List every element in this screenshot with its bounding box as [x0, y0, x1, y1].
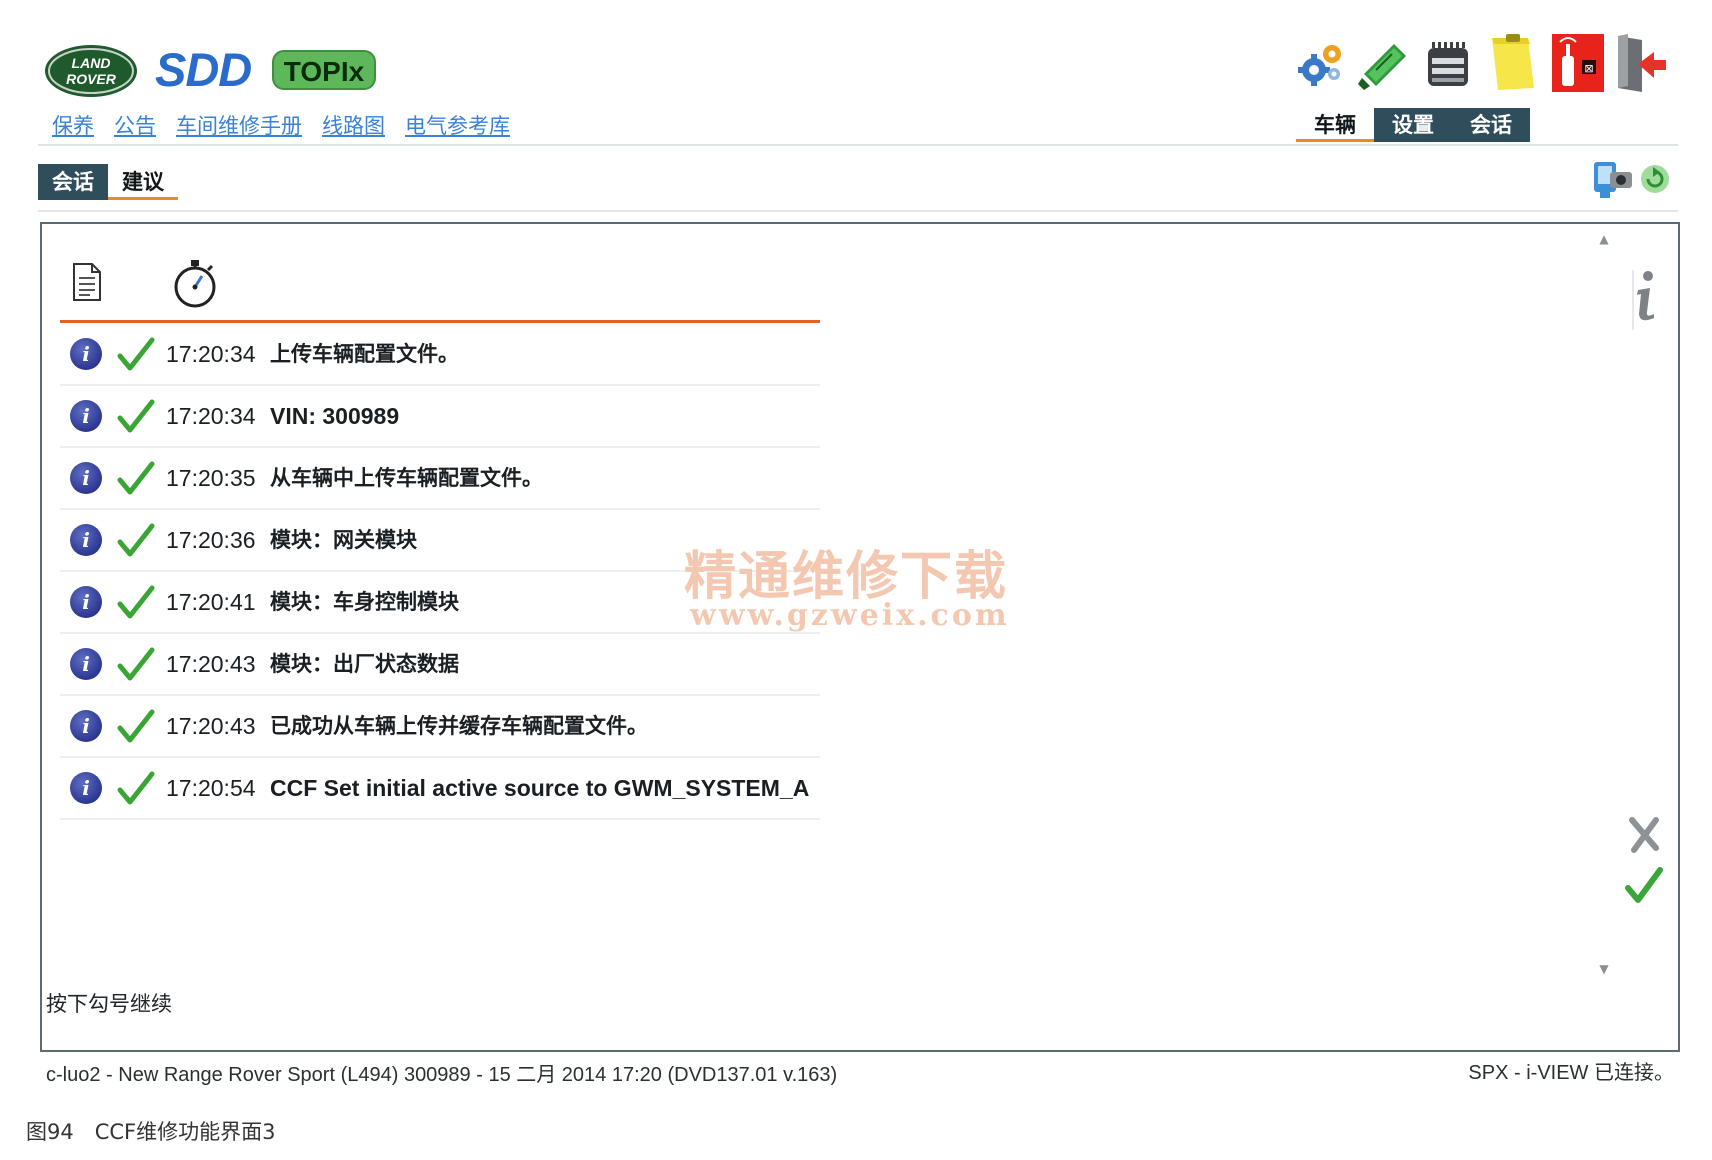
- session-log-panel: i 17:20:34 上传车辆配置文件。 i 17:20:34 VIN: 300989 i 1…: [40, 222, 1680, 1052]
- log-row: i 17:20:35 从车辆中上传车辆配置文件。: [60, 448, 820, 510]
- subtab-divider: [38, 210, 1678, 212]
- log-row: i 17:20:43 已成功从车辆上传并缓存车辆配置文件。: [60, 696, 820, 758]
- check-icon: [117, 709, 155, 743]
- info-icon: i: [70, 338, 102, 370]
- check-icon: [117, 461, 155, 495]
- figure-caption: 图94 CCF维修功能界面3: [26, 1120, 276, 1144]
- connection-status: SPX - i-VIEW 已连接。: [1468, 1062, 1674, 1084]
- info-icon: i: [70, 772, 102, 804]
- log-time: 17:20:41: [166, 589, 256, 615]
- log-time: 17:20:43: [166, 651, 256, 677]
- sub-tabs: 会话 建议: [38, 164, 178, 200]
- link-electrical-library[interactable]: 电气参考库: [405, 110, 510, 140]
- screenshot-camera-icon[interactable]: [1590, 154, 1634, 202]
- notes-icon[interactable]: [1484, 30, 1540, 96]
- scroll-down-arrow[interactable]: ▼: [1594, 962, 1614, 978]
- wireless-disconnect-icon[interactable]: ⊠: [1550, 30, 1606, 96]
- sdd-logo: SDD: [155, 43, 252, 96]
- log-time: 17:20:54: [166, 775, 256, 801]
- tab-session[interactable]: 会话: [1452, 108, 1530, 142]
- check-icon: [117, 771, 155, 805]
- settings-gears-icon[interactable]: [1294, 30, 1350, 96]
- log-message: 上传车辆配置文件。: [270, 342, 459, 366]
- svg-text:LAND: LAND: [72, 55, 111, 71]
- subtab-session[interactable]: 会话: [38, 164, 108, 200]
- log-message: 模块：出厂状态数据: [270, 652, 459, 676]
- land-rover-logo: LAND ROVER: [44, 44, 138, 98]
- watermark-url: www.gzweix.com: [690, 598, 1010, 633]
- link-workshop-manual[interactable]: 车间维修手册: [176, 110, 302, 140]
- log-row: i 17:20:34 上传车辆配置文件。: [60, 324, 820, 386]
- log-time: 17:20:34: [166, 403, 256, 429]
- check-icon: [117, 585, 155, 619]
- check-icon: [117, 647, 155, 681]
- log-row: i 17:20:43 模块：出厂状态数据: [60, 634, 820, 696]
- header-divider: [38, 144, 1678, 146]
- log-row: i 17:20:54 CCF Set initial active source t…: [60, 758, 820, 820]
- check-icon: [117, 523, 155, 557]
- top-nav-links: 保养 公告 车间维修手册 线路图 电气参考库: [52, 110, 510, 140]
- log-time: 17:20:35: [166, 465, 256, 491]
- link-wiring-diagrams[interactable]: 线路图: [322, 110, 385, 140]
- log-message: CCF Set initial active source to GWM_SYS…: [270, 775, 810, 801]
- log-message: 模块：网关模块: [270, 528, 417, 552]
- info-icon[interactable]: [1630, 268, 1660, 324]
- log-row: i 17:20:34 VIN: 300989: [60, 386, 820, 448]
- info-icon: i: [70, 710, 102, 742]
- log-time: 17:20:43: [166, 713, 256, 739]
- info-icon: i: [70, 648, 102, 680]
- svg-text:ROVER: ROVER: [66, 71, 117, 87]
- confirm-check-icon[interactable]: [1624, 864, 1664, 906]
- scroll-up-arrow[interactable]: ▲: [1594, 232, 1614, 248]
- session-status: c-luo2 - New Range Rover Sport (L494) 30…: [46, 1064, 838, 1086]
- log-message: VIN: 300989: [270, 403, 400, 429]
- tab-vehicle[interactable]: 车辆: [1296, 108, 1374, 142]
- subtab-recommendations[interactable]: 建议: [108, 164, 178, 200]
- document-icon: [72, 262, 102, 302]
- log-message: 已成功从车辆上传并缓存车辆配置文件。: [270, 714, 648, 738]
- info-icon: i: [70, 462, 102, 494]
- timer-icon: [172, 256, 218, 310]
- info-icon: i: [70, 524, 102, 556]
- info-icon: i: [70, 400, 102, 432]
- link-bulletins[interactable]: 公告: [114, 110, 156, 140]
- log-time: 17:20:36: [166, 527, 256, 553]
- tool-card-icon[interactable]: [1356, 30, 1412, 96]
- cancel-x-icon[interactable]: [1626, 814, 1662, 854]
- check-icon: [117, 399, 155, 433]
- log-header: [60, 256, 820, 323]
- exit-door-icon[interactable]: [1612, 30, 1668, 96]
- topix-logo[interactable]: TOPIx: [272, 50, 376, 90]
- svg-text:⊠: ⊠: [1584, 62, 1593, 75]
- link-maintenance[interactable]: 保养: [52, 110, 94, 140]
- info-icon: i: [70, 586, 102, 618]
- tab-settings[interactable]: 设置: [1374, 108, 1452, 142]
- refresh-icon[interactable]: [1638, 162, 1672, 196]
- log-message: 从车辆中上传车辆配置文件。: [270, 466, 543, 490]
- main-tabs: 车辆 设置 会话: [1296, 108, 1530, 142]
- log-message: 模块：车身控制模块: [270, 590, 459, 614]
- check-icon: [117, 337, 155, 371]
- continue-prompt: 按下勾号继续: [46, 992, 172, 1016]
- log-time: 17:20:34: [166, 341, 256, 367]
- vci-device-icon[interactable]: [1420, 30, 1476, 96]
